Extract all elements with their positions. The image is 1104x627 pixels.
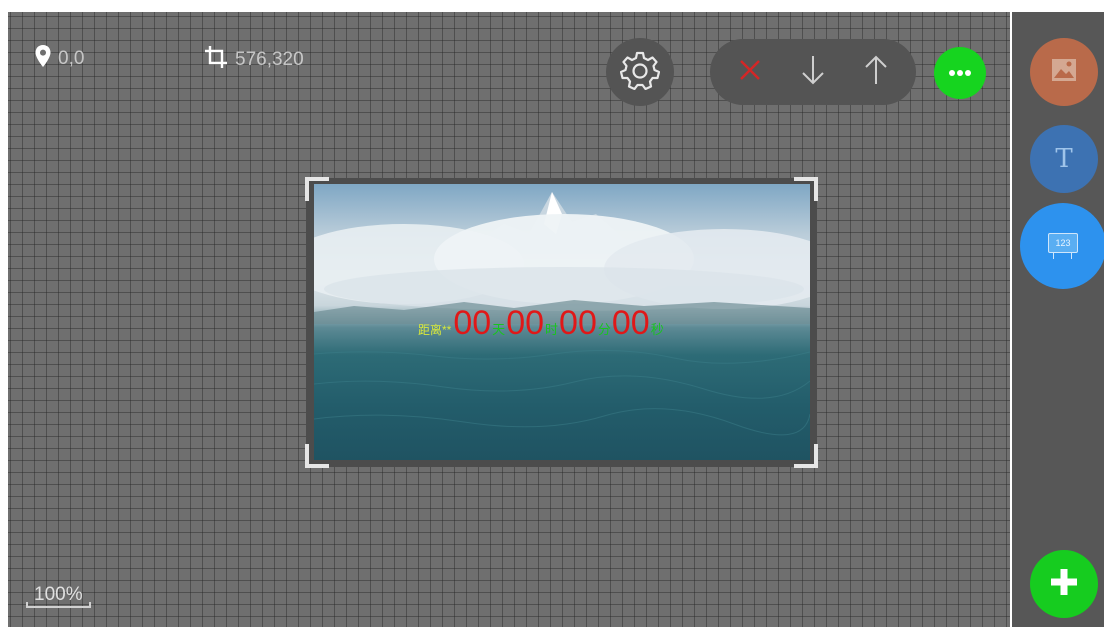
- countdown-text: 距离** 00 天 00 时 00 分 00 秒: [418, 304, 665, 343]
- add-button[interactable]: [1030, 550, 1098, 618]
- zoom-level: 100%: [26, 584, 91, 608]
- resize-handle-top-left[interactable]: [305, 177, 329, 201]
- countdown-minutes-unit: 分: [597, 322, 611, 337]
- add-image-button[interactable]: [1030, 38, 1098, 106]
- countdown-seconds-unit: 秒: [650, 322, 664, 337]
- delete-button[interactable]: [723, 45, 777, 99]
- countdown-days: 00: [453, 304, 492, 342]
- image-icon: [1051, 58, 1077, 87]
- arrow-up-icon: [863, 54, 889, 91]
- plus-icon: [1048, 566, 1080, 603]
- resize-handle-top-right[interactable]: [794, 177, 818, 201]
- arrow-down-icon: [800, 54, 826, 91]
- map-pin-icon: [34, 44, 52, 74]
- position-value: 0,0: [58, 48, 85, 69]
- text-icon: T: [1055, 144, 1073, 174]
- move-up-button[interactable]: [849, 45, 903, 99]
- counter-badge: 123: [1055, 238, 1071, 248]
- counter-icon: 123: [1048, 233, 1078, 259]
- countdown-hours-unit: 时: [545, 322, 559, 337]
- selected-layer[interactable]: 距离** 00 天 00 时 00 分 00 秒: [305, 177, 818, 468]
- add-text-button[interactable]: T: [1030, 125, 1098, 193]
- move-down-button[interactable]: [786, 45, 840, 99]
- close-icon: [737, 57, 763, 88]
- size-readout: 576,320: [203, 44, 304, 76]
- countdown-minutes: 00: [559, 304, 597, 342]
- countdown-days-unit: 天: [492, 322, 506, 337]
- more-button[interactable]: [934, 47, 986, 99]
- resize-handle-bottom-right[interactable]: [794, 444, 818, 468]
- size-value: 576,320: [235, 49, 304, 70]
- gear-icon: [619, 50, 661, 95]
- settings-button[interactable]: [606, 38, 674, 106]
- position-readout: 0,0: [34, 44, 84, 74]
- resize-handle-bottom-left[interactable]: [305, 444, 329, 468]
- countdown-label: 距离**: [418, 323, 452, 337]
- countdown-hours: 00: [506, 304, 545, 342]
- more-dots-icon: [948, 64, 972, 82]
- add-counter-button[interactable]: 123: [1020, 203, 1104, 289]
- crop-icon: [203, 44, 229, 76]
- background-image: 距离** 00 天 00 时 00 分 00 秒: [314, 184, 810, 460]
- countdown-seconds: 00: [611, 304, 650, 342]
- layer-order-toolbar: [710, 39, 916, 105]
